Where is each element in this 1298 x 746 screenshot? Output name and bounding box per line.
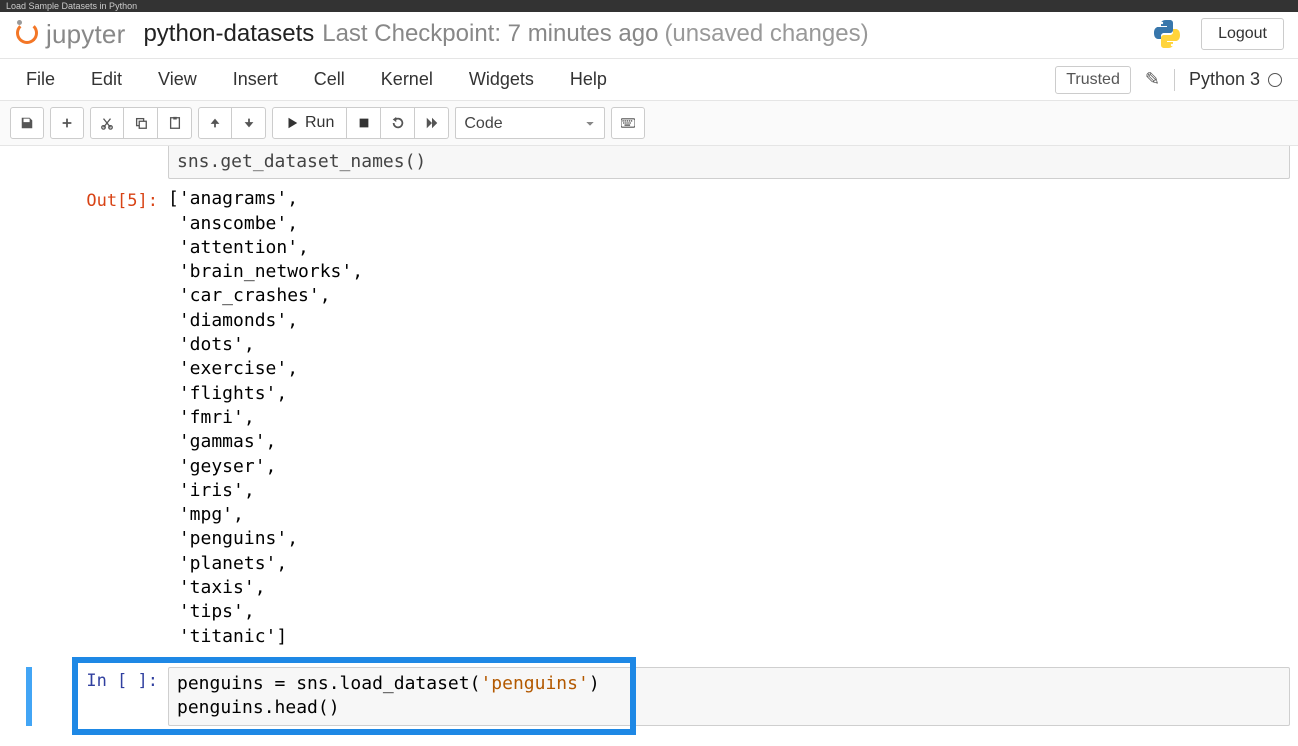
save-button[interactable] xyxy=(10,107,44,139)
python-logo-icon xyxy=(1151,18,1183,50)
copy-button[interactable] xyxy=(124,107,158,139)
command-palette-button[interactable] xyxy=(611,107,645,139)
jupyter-logo-text: jupyter xyxy=(46,19,125,50)
paste-button[interactable] xyxy=(158,107,192,139)
menu-cell[interactable]: Cell xyxy=(296,61,363,98)
menubar: File Edit View Insert Cell Kernel Widget… xyxy=(0,59,1298,101)
trusted-indicator[interactable]: Trusted xyxy=(1055,66,1131,94)
run-button[interactable]: Run xyxy=(272,107,347,139)
output-cell: Out[5]: ['anagrams', 'anscombe', 'attent… xyxy=(8,187,1290,649)
browser-tab-title: Load Sample Datasets in Python xyxy=(0,0,1298,12)
kernel-separator xyxy=(1174,69,1175,91)
play-icon xyxy=(285,116,299,130)
move-cell-down-button[interactable] xyxy=(232,107,266,139)
cut-button[interactable] xyxy=(90,107,124,139)
notebook-area[interactable]: sns.get_dataset_names() Out[5]: ['anagra… xyxy=(0,146,1298,746)
menu-file[interactable]: File xyxy=(8,61,73,98)
edit-icon[interactable]: ✎ xyxy=(1145,69,1160,90)
code-input-partial[interactable]: sns.get_dataset_names() xyxy=(168,146,1290,179)
menu-view[interactable]: View xyxy=(140,61,215,98)
menu-kernel[interactable]: Kernel xyxy=(363,61,451,98)
menu-widgets[interactable]: Widgets xyxy=(451,61,552,98)
cell-type-select[interactable]: CodeMarkdownRaw NBConvertHeading xyxy=(455,107,605,139)
jupyter-logo-icon xyxy=(14,20,42,48)
menu-help[interactable]: Help xyxy=(552,61,625,98)
toolbar: Run CodeMarkdownRaw NBConvertHeading xyxy=(0,101,1298,146)
notebook-name[interactable]: python-datasets xyxy=(143,20,314,48)
logout-button[interactable]: Logout xyxy=(1201,18,1284,50)
notebook-header: jupyter python-datasets Last Checkpoint:… xyxy=(0,12,1298,59)
code-cell-partial[interactable]: sns.get_dataset_names() xyxy=(8,146,1290,179)
kernel-indicator[interactable]: Python 3 xyxy=(1189,69,1282,90)
kernel-status-icon xyxy=(1268,73,1282,87)
prompt-empty xyxy=(8,146,168,179)
run-label: Run xyxy=(305,114,334,132)
input-prompt: In [ ]: xyxy=(8,667,168,726)
interrupt-button[interactable] xyxy=(347,107,381,139)
output-text: ['anagrams', 'anscombe', 'attention', 'b… xyxy=(168,187,1290,649)
code-input-active[interactable]: penguins = sns.load_dataset('penguins') … xyxy=(168,667,1290,726)
menu-insert[interactable]: Insert xyxy=(215,61,296,98)
active-cell[interactable]: In [ ]: penguins = sns.load_dataset('pen… xyxy=(8,667,1290,726)
checkpoint-status: Last Checkpoint: 7 minutes ago xyxy=(322,20,658,48)
restart-run-all-button[interactable] xyxy=(415,107,449,139)
menu-edit[interactable]: Edit xyxy=(73,61,140,98)
insert-cell-below-button[interactable] xyxy=(50,107,84,139)
restart-button[interactable] xyxy=(381,107,415,139)
active-cell-indicator xyxy=(26,667,32,726)
unsaved-changes-label: (unsaved changes) xyxy=(664,20,868,48)
output-prompt: Out[5]: xyxy=(8,187,168,649)
jupyter-logo[interactable]: jupyter xyxy=(14,19,125,50)
kernel-name: Python 3 xyxy=(1189,69,1260,90)
move-cell-up-button[interactable] xyxy=(198,107,232,139)
